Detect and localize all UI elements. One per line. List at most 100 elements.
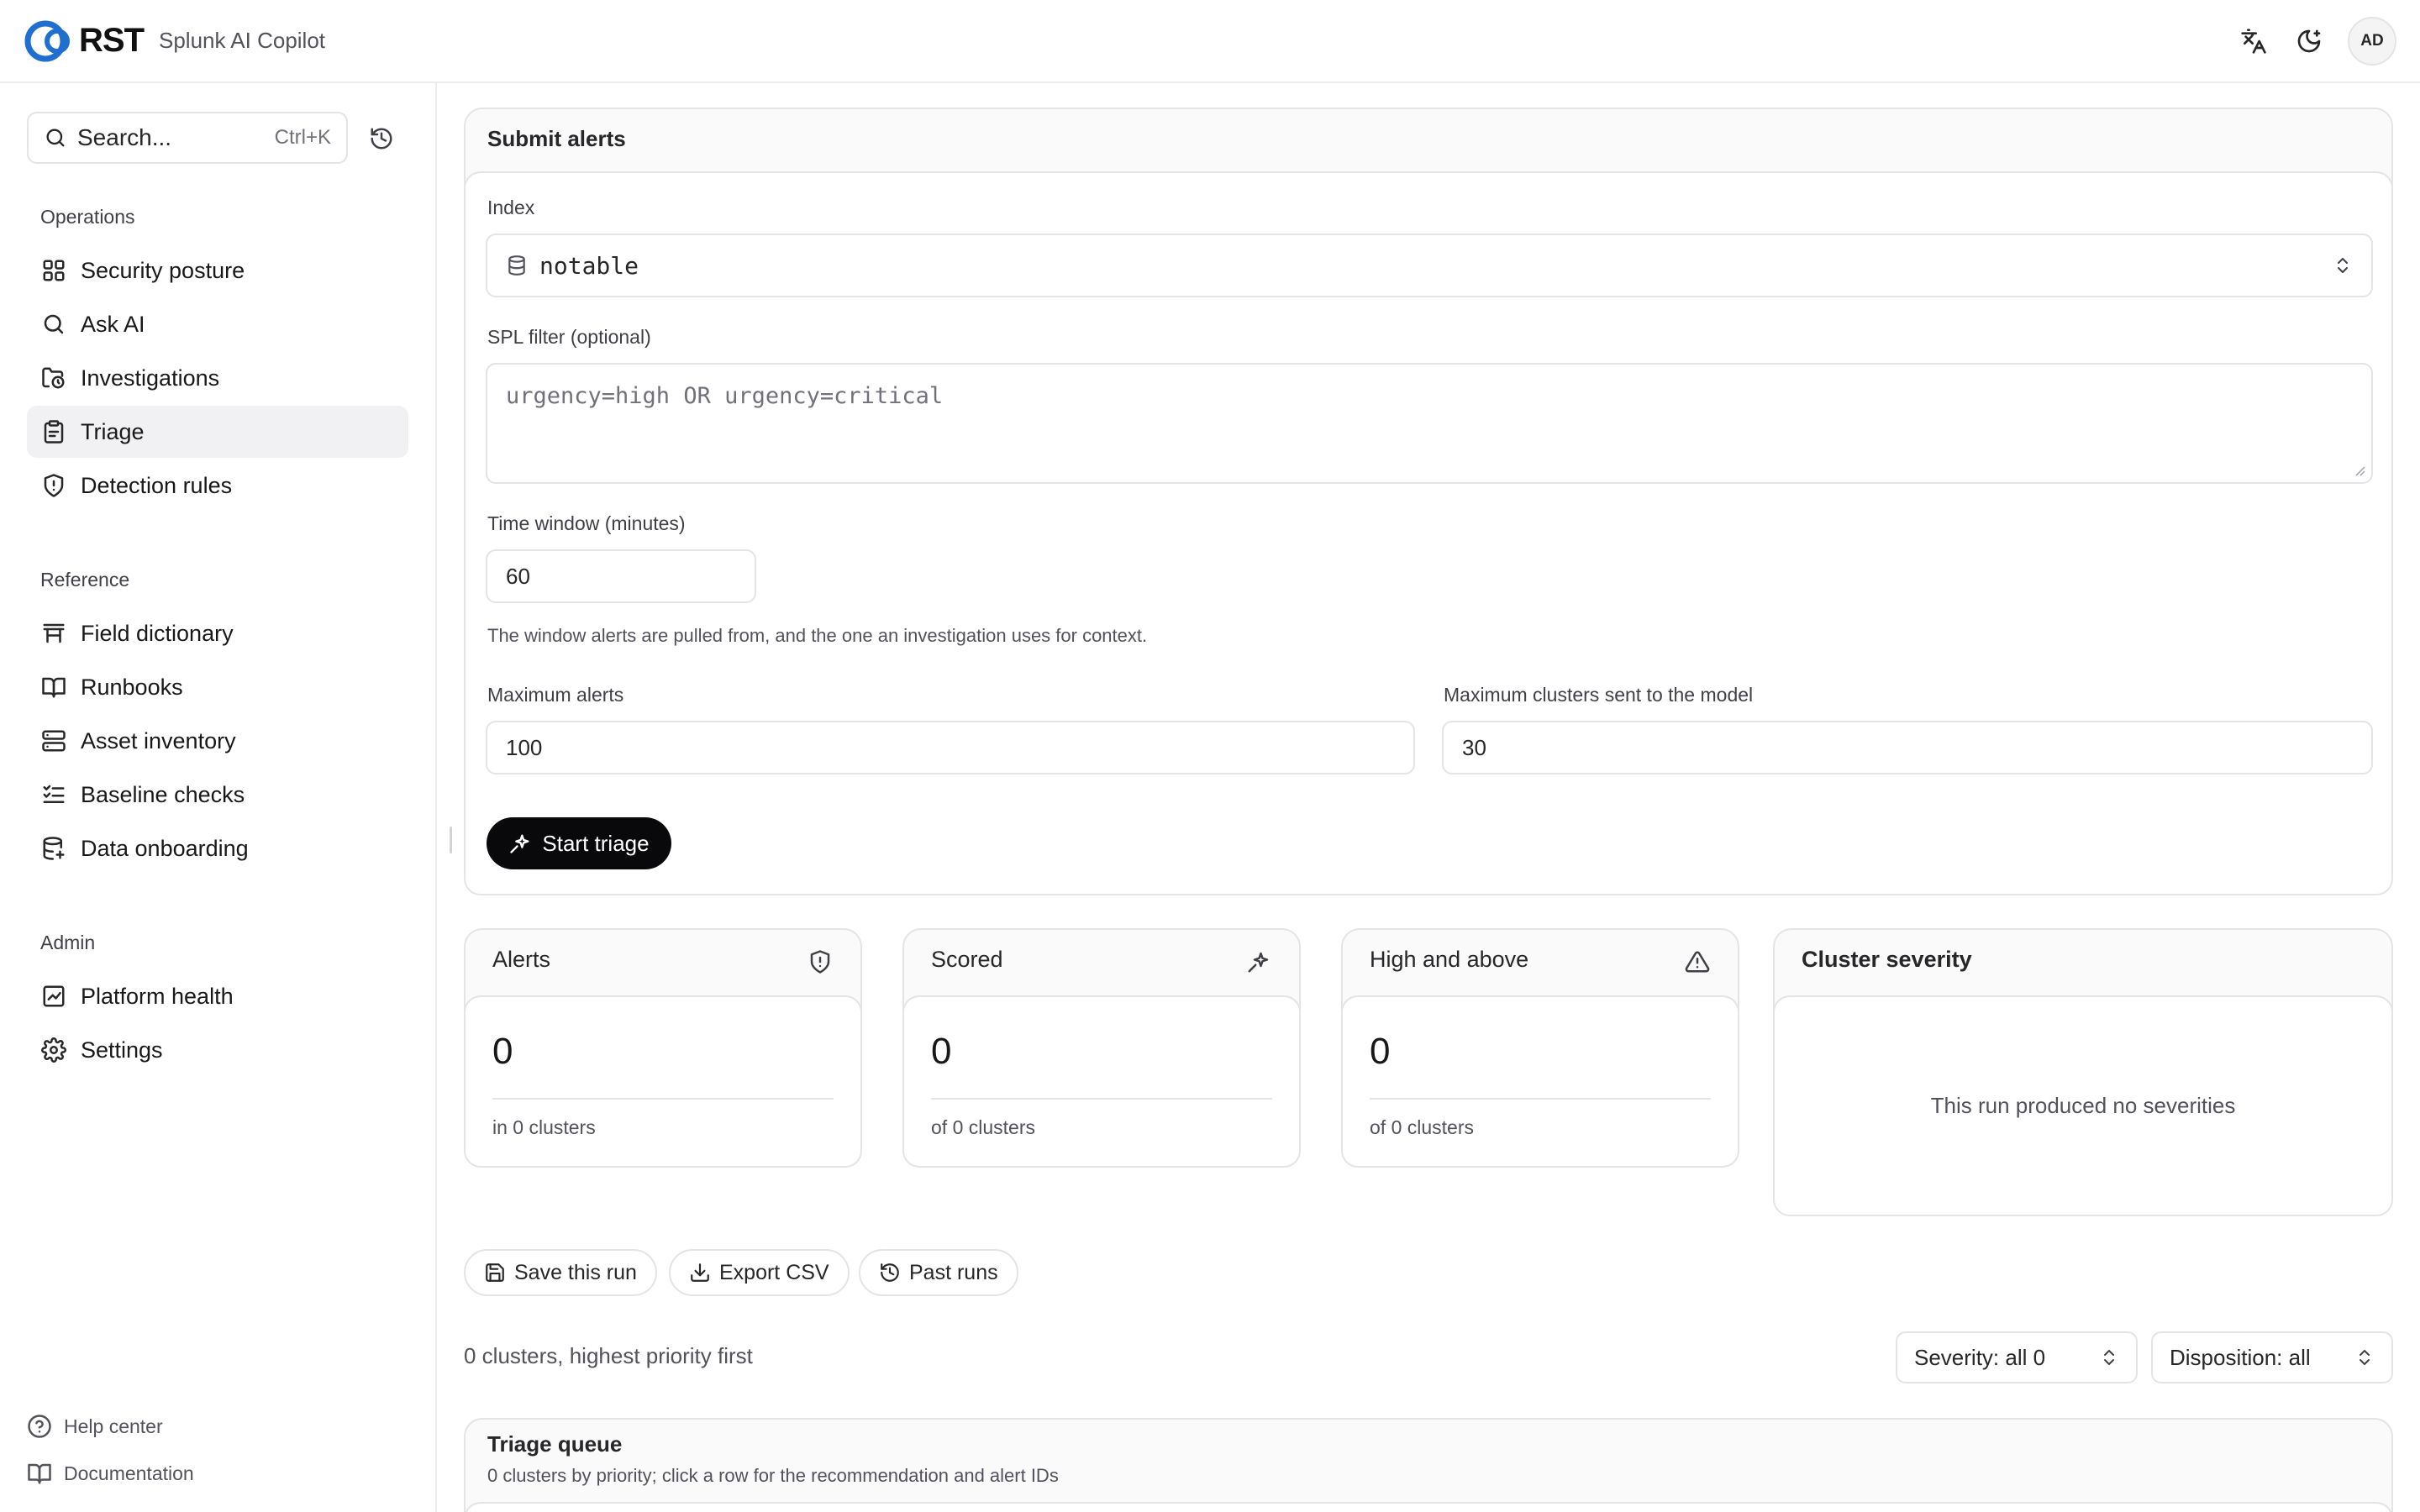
documentation-label: Documentation — [64, 1462, 194, 1484]
sidebar-item-label: Ask AI — [81, 311, 145, 337]
sidebar-item-label: Platform health — [81, 983, 234, 1009]
shield-alert-icon — [805, 947, 835, 977]
grid-icon — [39, 255, 69, 286]
spl-filter-textarea[interactable]: urgency=high OR urgency=critical — [486, 363, 2373, 484]
avatar[interactable]: AD — [2348, 16, 2396, 66]
sidebar-item-settings[interactable]: Settings — [27, 1024, 408, 1076]
documentation-link[interactable]: Documentation — [27, 1457, 194, 1490]
time-window-hint: The window alerts are pulled from, and t… — [487, 625, 1148, 646]
sidebar-item-triage[interactable]: Triage — [27, 406, 408, 458]
start-triage-button[interactable]: Start triage — [487, 817, 671, 869]
help-center-link[interactable]: Help center — [27, 1410, 163, 1443]
save-run-button[interactable]: Save this run — [464, 1249, 657, 1296]
sidebar-item-asset-inventory[interactable]: Asset inventory — [27, 715, 408, 767]
sidebar-item-data-onboarding[interactable]: Data onboarding — [27, 822, 408, 874]
database-icon — [508, 255, 525, 276]
moon-icon[interactable] — [2292, 24, 2326, 58]
divider — [1370, 1098, 1711, 1100]
stat-body: 0 in 0 clusters — [464, 995, 862, 1168]
search-input[interactable]: Search... Ctrl+K — [27, 112, 348, 164]
sidebar-item-label: Triage — [81, 418, 145, 444]
clipboard-icon — [39, 417, 69, 447]
max-alerts-input[interactable]: 100 — [486, 721, 1415, 774]
sidebar-item-label: Detection rules — [81, 472, 233, 498]
stat-subtext: in 0 clusters — [492, 1116, 596, 1138]
search-icon — [46, 129, 65, 147]
sidebar: Search... Ctrl+K Operations Security pos… — [0, 83, 437, 1512]
index-value: notable — [539, 251, 639, 280]
warning-triangle-icon — [1682, 947, 1712, 977]
submit-alerts-title: Submit alerts — [487, 126, 626, 151]
severity-filter-value: Severity: all 0 — [1914, 1344, 2046, 1370]
database-icon — [39, 833, 69, 864]
sidebar-item-security-posture[interactable]: Security posture — [27, 244, 408, 297]
table-icon — [39, 618, 69, 648]
sidebar-item-detection-rules[interactable]: Detection rules — [27, 459, 408, 512]
help-center-label: Help center — [64, 1415, 163, 1437]
download-icon — [691, 1263, 709, 1282]
server-icon — [39, 726, 69, 756]
stat-subtext: of 0 clusters — [931, 1116, 1035, 1138]
submit-alerts-body: Index notable SPL filter (optional) urge… — [464, 171, 2393, 895]
history-icon — [881, 1263, 899, 1282]
triage-queue-card: Triage queue 0 clusters by priority; cli… — [464, 1418, 2393, 1512]
export-csv-button[interactable]: Export CSV — [669, 1249, 850, 1296]
sidebar-item-ask-ai[interactable]: Ask AI — [27, 298, 408, 350]
section-title-admin: Admin — [40, 932, 96, 953]
disposition-filter-select[interactable]: Disposition: all — [2151, 1331, 2393, 1383]
divider — [492, 1098, 834, 1100]
sidebar-item-runbooks[interactable]: Runbooks — [27, 661, 408, 713]
sidebar-item-baseline-checks[interactable]: Baseline checks — [27, 769, 408, 821]
folder-clock-icon — [39, 363, 69, 393]
sidebar-item-label: Security posture — [81, 257, 245, 283]
stat-title: Scored — [931, 947, 1003, 972]
stat-value: 0 — [1370, 1031, 1391, 1072]
gear-icon — [39, 1035, 69, 1065]
sidebar-item-label: Runbooks — [81, 674, 183, 700]
resize-grip-icon[interactable] — [2353, 464, 2366, 477]
sidebar-item-label: Field dictionary — [81, 620, 234, 646]
save-icon — [486, 1263, 504, 1282]
stat-value: 0 — [492, 1031, 513, 1072]
triage-queue-title: Triage queue — [487, 1431, 623, 1457]
stat-title: High and above — [1370, 947, 1529, 972]
time-window-value: 60 — [506, 563, 530, 589]
time-window-input[interactable]: 60 — [486, 549, 756, 603]
search-icon — [39, 309, 69, 339]
sparkles-icon — [1244, 947, 1274, 977]
stat-body: 0 of 0 clusters — [902, 995, 1301, 1168]
translate-icon[interactable] — [2237, 24, 2270, 58]
max-alerts-value: 100 — [506, 734, 543, 760]
shield-alert-icon — [39, 470, 69, 501]
list-checks-icon — [39, 780, 69, 810]
index-label: Index — [487, 197, 535, 218]
stat-card-alerts: Alerts 0 in 0 clusters — [464, 928, 862, 1168]
app-name: Splunk AI Copilot — [159, 28, 326, 53]
stat-card-scored: Scored 0 of 0 clusters — [902, 928, 1301, 1168]
divider — [931, 1098, 1272, 1100]
sidebar-item-label: Asset inventory — [81, 727, 236, 753]
save-run-label: Save this run — [514, 1260, 637, 1284]
sidebar-resize-handle[interactable] — [450, 827, 452, 853]
sidebar-item-field-dictionary[interactable]: Field dictionary — [27, 607, 408, 659]
empty-state-text: This run produced no severities — [1930, 1093, 2236, 1118]
past-runs-button[interactable]: Past runs — [859, 1249, 1018, 1296]
sidebar-item-investigations[interactable]: Investigations — [27, 352, 408, 404]
logo-icon — [24, 19, 77, 63]
index-select[interactable]: notable — [486, 234, 2373, 297]
start-triage-label: Start triage — [542, 830, 650, 856]
cluster-severity-title: Cluster severity — [1802, 947, 1972, 972]
sidebar-item-platform-health[interactable]: Platform health — [27, 970, 408, 1022]
submit-alerts-card: Submit alerts Index notable SPL filter (… — [464, 108, 2393, 895]
history-icon[interactable] — [365, 122, 398, 155]
cluster-severity-card: Cluster severity This run produced no se… — [1773, 928, 2393, 1216]
book-open-icon — [39, 672, 69, 702]
triage-queue-body — [464, 1502, 2393, 1512]
queue-summary: 0 clusters, highest priority first — [464, 1343, 753, 1368]
severity-filter-select[interactable]: Severity: all 0 — [1896, 1331, 2138, 1383]
search-shortcut: Ctrl+K — [274, 126, 331, 149]
max-clusters-input[interactable]: 30 — [1442, 721, 2373, 774]
stat-value: 0 — [931, 1031, 952, 1072]
help-circle-icon — [28, 1415, 51, 1438]
max-alerts-label: Maximum alerts — [487, 684, 624, 706]
